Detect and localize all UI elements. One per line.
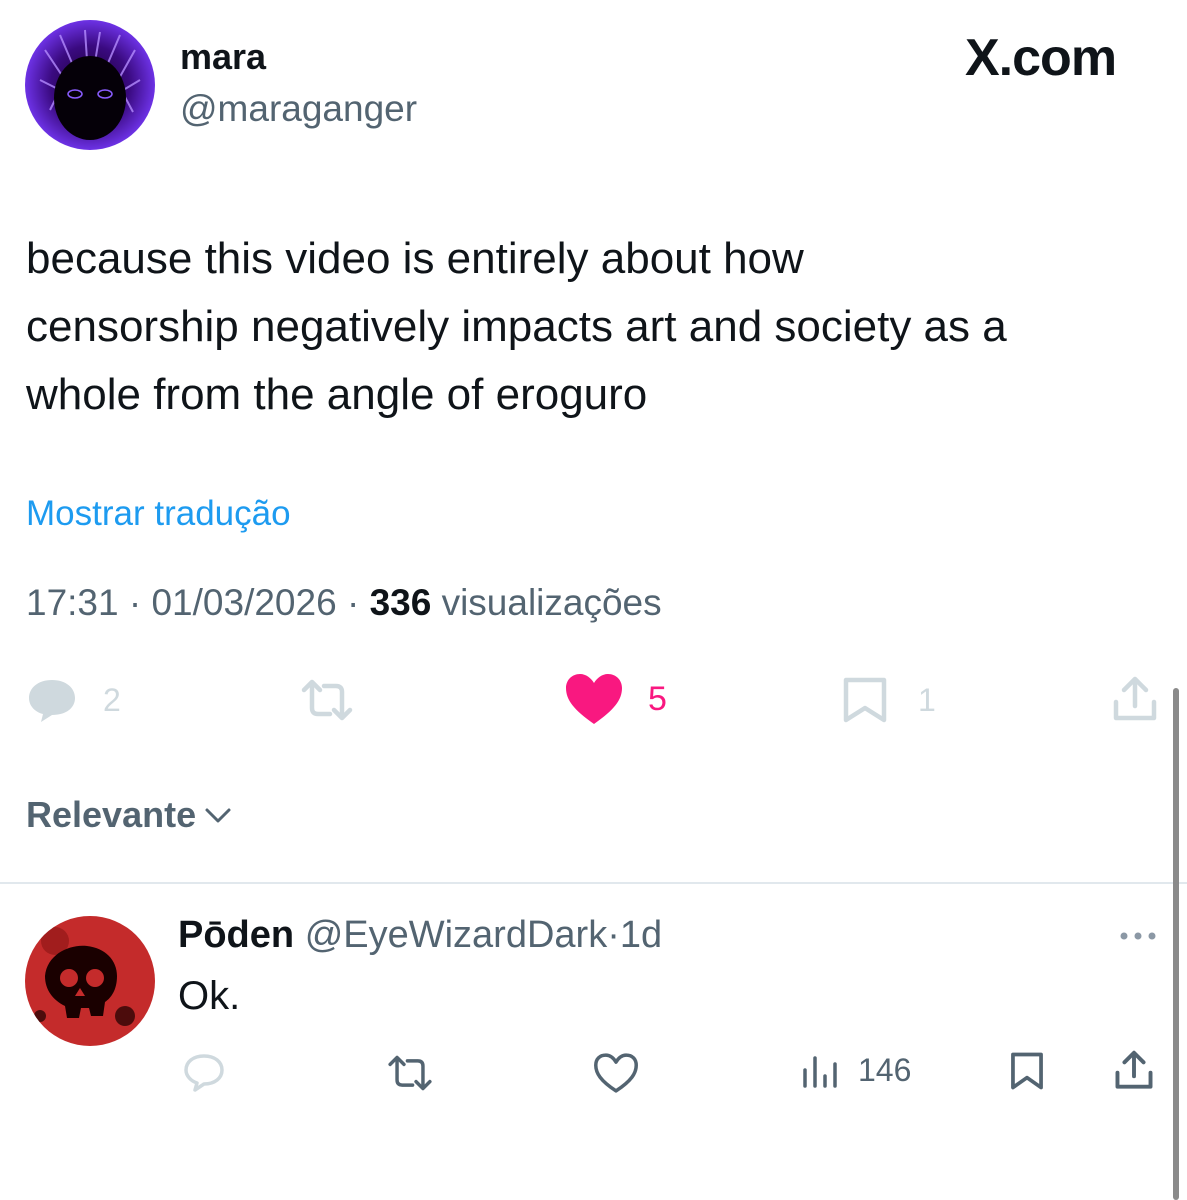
heart-icon [564, 672, 624, 726]
separator: · [346, 582, 360, 623]
reply-reply-button[interactable] [182, 1052, 226, 1092]
reply-avatar[interactable] [25, 916, 155, 1046]
reply-share-button[interactable] [1114, 1050, 1154, 1092]
reply-icon [182, 1052, 226, 1092]
reply-button[interactable]: 2 [25, 676, 121, 724]
bookmark-count: 1 [918, 681, 936, 718]
tweet-time[interactable]: 17:31 [26, 582, 119, 623]
reply-author-name[interactable]: Pōden [178, 914, 294, 956]
more-icon [1118, 926, 1158, 946]
tweet-text-line: whole from the angle of eroguro [26, 370, 648, 419]
reply-age[interactable]: 1d [620, 914, 662, 956]
reply-views-count: 146 [858, 1051, 912, 1088]
sort-dropdown[interactable]: Relevante [26, 794, 232, 836]
retweet-icon [300, 678, 354, 722]
views-count: 336 [369, 582, 432, 623]
author-name[interactable]: mara [180, 36, 266, 78]
tweet-metadata: 17:31 · 01/03/2026 · 336 visualizações [26, 582, 662, 624]
separator: · [607, 914, 620, 956]
retweet-button[interactable] [300, 678, 354, 722]
like-count: 5 [648, 679, 667, 718]
reply-count: 2 [103, 681, 121, 718]
retweet-icon [386, 1054, 434, 1092]
tweet-text-line: because this video is entirely about how [26, 234, 804, 283]
tweet-text-line: censorship negatively impacts art and so… [26, 302, 1007, 351]
bookmark-button[interactable]: 1 [842, 676, 936, 724]
separator: · [128, 582, 142, 623]
share-icon [1112, 676, 1158, 724]
share-button[interactable] [1112, 676, 1158, 724]
x-com-watermark: X.com [965, 29, 1117, 87]
views-label: visualizações [441, 582, 662, 623]
reply-icon [25, 676, 79, 724]
tweet-text: because this video is entirely about how… [26, 225, 1007, 429]
reply-retweet-button[interactable] [386, 1054, 434, 1092]
bookmark-icon [1008, 1050, 1046, 1092]
show-translation-link[interactable]: Mostrar tradução [26, 494, 291, 534]
author-handle[interactable]: @maraganger [180, 88, 417, 130]
more-button[interactable] [1118, 926, 1158, 946]
author-avatar[interactable] [25, 20, 155, 150]
reply-author-handle[interactable]: @EyeWizardDark [305, 914, 608, 956]
reply-like-button[interactable] [592, 1052, 640, 1094]
reply-header: Pōden @EyeWizardDark·1d [178, 914, 662, 957]
reply-views-button[interactable]: 146 [800, 1050, 911, 1090]
chevron-down-icon [204, 805, 232, 825]
sort-label: Relevante [26, 794, 197, 835]
tweet-date[interactable]: 01/03/2026 [151, 582, 336, 623]
views-icon [800, 1050, 840, 1090]
scrollbar[interactable] [1173, 688, 1179, 1200]
reply-bookmark-button[interactable] [1008, 1050, 1046, 1092]
divider [0, 882, 1187, 884]
share-icon [1114, 1050, 1154, 1092]
heart-icon [592, 1052, 640, 1094]
reply-text: Ok. [178, 974, 241, 1018]
bookmark-icon [842, 676, 888, 724]
like-button[interactable]: 5 [564, 672, 667, 726]
